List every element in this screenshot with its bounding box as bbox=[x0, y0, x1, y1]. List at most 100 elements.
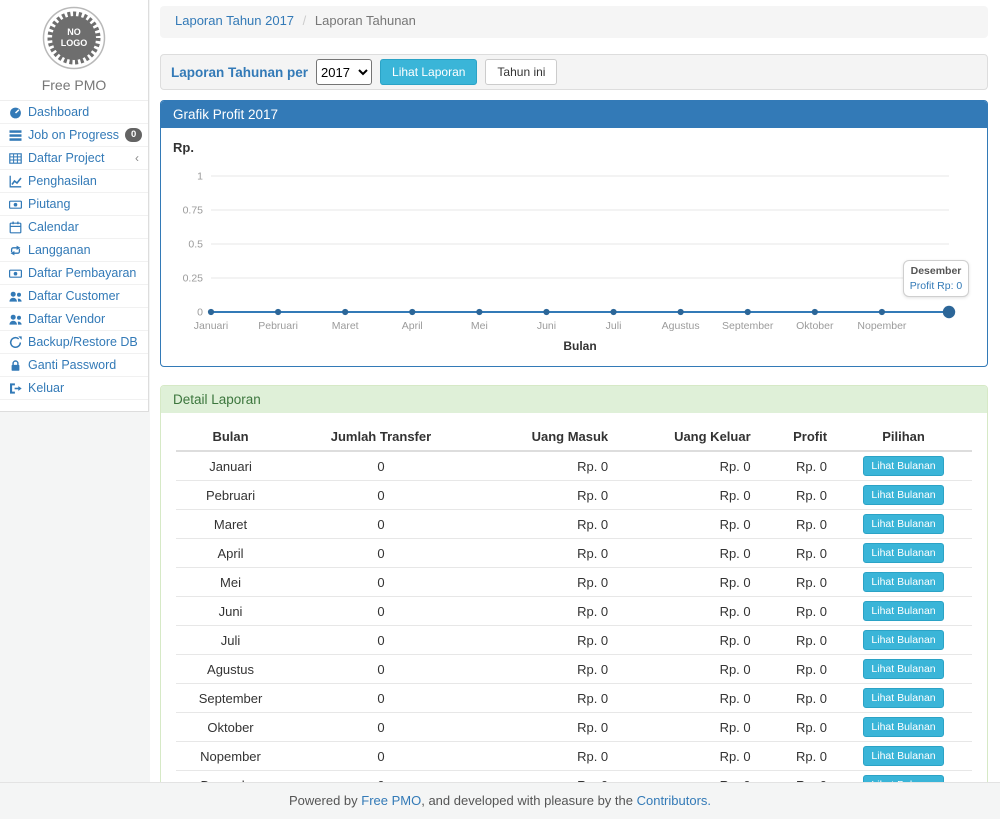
breadcrumb: Laporan Tahun 2017 / Laporan Tahunan bbox=[160, 6, 988, 38]
sidebar-item-job-on-progress[interactable]: Job on Progress 0 bbox=[0, 124, 148, 147]
tasks-icon bbox=[9, 129, 22, 142]
cell-profit: Rp. 0 bbox=[759, 742, 835, 771]
line-chart-icon bbox=[9, 175, 22, 188]
lihat-bulanan-button[interactable]: Lihat Bulanan bbox=[863, 630, 943, 650]
sidebar-item-keluar[interactable]: Keluar bbox=[0, 377, 148, 400]
chart-tooltip: Desember Profit Rp: 0 bbox=[903, 260, 969, 297]
detail-panel-title: Detail Laporan bbox=[161, 386, 987, 413]
tooltip-value: Profit Rp: 0 bbox=[906, 280, 966, 292]
column-header-uang-keluar: Uang Keluar bbox=[616, 423, 758, 451]
retweet-icon bbox=[9, 244, 22, 257]
cell-pilihan: Lihat Bulanan bbox=[835, 597, 972, 626]
year-select[interactable]: 2017 bbox=[316, 59, 372, 85]
cell-bulan: Mei bbox=[176, 568, 285, 597]
lihat-bulanan-button[interactable]: Lihat Bulanan bbox=[863, 543, 943, 563]
cell-bulan: September bbox=[176, 684, 285, 713]
lihat-bulanan-button[interactable]: Lihat Bulanan bbox=[863, 456, 943, 476]
detail-laporan-panel: Detail Laporan Bulan Jumlah Transfer Uan… bbox=[160, 385, 988, 819]
cell-jumlah-transfer: 0 bbox=[285, 481, 477, 510]
money-icon bbox=[9, 198, 22, 211]
sidebar-item-langganan[interactable]: Langganan bbox=[0, 239, 148, 262]
svg-text:Bulan: Bulan bbox=[563, 339, 596, 353]
report-table: Bulan Jumlah Transfer Uang Masuk Uang Ke… bbox=[176, 423, 972, 819]
table-row: Oktober0Rp. 0Rp. 0Rp. 0Lihat Bulanan bbox=[176, 713, 972, 742]
cell-uang-masuk: Rp. 0 bbox=[477, 684, 616, 713]
cell-uang-keluar: Rp. 0 bbox=[616, 626, 758, 655]
cell-pilihan: Lihat Bulanan bbox=[835, 655, 972, 684]
table-row: September0Rp. 0Rp. 0Rp. 0Lihat Bulanan bbox=[176, 684, 972, 713]
lihat-bulanan-button[interactable]: Lihat Bulanan bbox=[863, 746, 943, 766]
free-pmo-link[interactable]: Free PMO bbox=[361, 793, 421, 808]
cell-jumlah-transfer: 0 bbox=[285, 742, 477, 771]
lihat-bulanan-button[interactable]: Lihat Bulanan bbox=[863, 659, 943, 679]
svg-text:September: September bbox=[722, 320, 774, 332]
tooltip-title: Desember bbox=[906, 265, 966, 277]
svg-text:April: April bbox=[402, 320, 423, 332]
profit-line-chart[interactable]: 00.250.50.751JanuariPebruariMaretAprilMe… bbox=[161, 128, 987, 366]
sidebar-item-label: Daftar Vendor bbox=[28, 312, 105, 326]
table-row: Maret0Rp. 0Rp. 0Rp. 0Lihat Bulanan bbox=[176, 510, 972, 539]
lihat-bulanan-button[interactable]: Lihat Bulanan bbox=[863, 514, 943, 534]
sidebar-item-label: Calendar bbox=[28, 220, 79, 234]
table-row: Nopember0Rp. 0Rp. 0Rp. 0Lihat Bulanan bbox=[176, 742, 972, 771]
sidebar-item-piutang[interactable]: Piutang bbox=[0, 193, 148, 216]
sidebar-item-daftar-customer[interactable]: Daftar Customer bbox=[0, 285, 148, 308]
lihat-bulanan-button[interactable]: Lihat Bulanan bbox=[863, 688, 943, 708]
lihat-laporan-button[interactable]: Lihat Laporan bbox=[380, 59, 477, 85]
sidebar-item-daftar-project[interactable]: Daftar Project ‹ bbox=[0, 147, 148, 170]
filter-label: Laporan Tahunan per bbox=[171, 65, 308, 80]
lihat-bulanan-button[interactable]: Lihat Bulanan bbox=[863, 601, 943, 621]
column-header-pilihan: Pilihan bbox=[835, 423, 972, 451]
svg-text:0.5: 0.5 bbox=[188, 239, 203, 251]
cell-profit: Rp. 0 bbox=[759, 597, 835, 626]
column-header-profit: Profit bbox=[759, 423, 835, 451]
users-icon bbox=[9, 313, 22, 326]
svg-text:Juni: Juni bbox=[537, 320, 556, 332]
sidebar-item-daftar-pembayaran[interactable]: Daftar Pembayaran bbox=[0, 262, 148, 285]
profit-chart-panel: Grafik Profit 2017 Rp. 00.250.50.751Janu… bbox=[160, 100, 988, 367]
table-row: Mei0Rp. 0Rp. 0Rp. 0Lihat Bulanan bbox=[176, 568, 972, 597]
money-icon bbox=[9, 267, 22, 280]
cell-uang-keluar: Rp. 0 bbox=[616, 655, 758, 684]
svg-text:Oktober: Oktober bbox=[796, 320, 834, 332]
footer-text: Powered by bbox=[289, 793, 361, 808]
cell-uang-keluar: Rp. 0 bbox=[616, 568, 758, 597]
cell-bulan: Pebruari bbox=[176, 481, 285, 510]
sidebar-item-penghasilan[interactable]: Penghasilan bbox=[0, 170, 148, 193]
tahun-ini-button[interactable]: Tahun ini bbox=[485, 59, 557, 85]
lihat-bulanan-button[interactable]: Lihat Bulanan bbox=[863, 572, 943, 592]
contributors-link[interactable]: Contributors. bbox=[637, 793, 711, 808]
footer-text: , and developed with pleasure by the bbox=[421, 793, 636, 808]
cell-profit: Rp. 0 bbox=[759, 713, 835, 742]
lihat-bulanan-button[interactable]: Lihat Bulanan bbox=[863, 485, 943, 505]
cell-profit: Rp. 0 bbox=[759, 510, 835, 539]
cell-uang-masuk: Rp. 0 bbox=[477, 568, 616, 597]
cell-uang-masuk: Rp. 0 bbox=[477, 510, 616, 539]
cell-uang-keluar: Rp. 0 bbox=[616, 539, 758, 568]
svg-text:NO: NO bbox=[67, 27, 81, 37]
table-header-row: Bulan Jumlah Transfer Uang Masuk Uang Ke… bbox=[176, 423, 972, 451]
sidebar-item-dashboard[interactable]: Dashboard bbox=[0, 101, 148, 124]
sidebar-item-ganti-password[interactable]: Ganti Password bbox=[0, 354, 148, 377]
cell-jumlah-transfer: 0 bbox=[285, 626, 477, 655]
sidebar-menu: Dashboard Job on Progress 0 Daftar Proje… bbox=[0, 100, 148, 400]
cell-uang-keluar: Rp. 0 bbox=[616, 510, 758, 539]
refresh-icon bbox=[9, 336, 22, 349]
column-header-bulan: Bulan bbox=[176, 423, 285, 451]
cell-pilihan: Lihat Bulanan bbox=[835, 481, 972, 510]
cell-bulan: Juli bbox=[176, 626, 285, 655]
sign-out-icon bbox=[9, 382, 22, 395]
table-row: Juli0Rp. 0Rp. 0Rp. 0Lihat Bulanan bbox=[176, 626, 972, 655]
cell-pilihan: Lihat Bulanan bbox=[835, 451, 972, 481]
sidebar-item-calendar[interactable]: Calendar bbox=[0, 216, 148, 239]
breadcrumb-current: Laporan Tahunan bbox=[315, 13, 416, 28]
sidebar-item-daftar-vendor[interactable]: Daftar Vendor bbox=[0, 308, 148, 331]
sidebar-item-backup-restore-db[interactable]: Backup/Restore DB bbox=[0, 331, 148, 354]
chart-area: Rp. 00.250.50.751JanuariPebruariMaretApr… bbox=[161, 128, 987, 366]
cell-uang-masuk: Rp. 0 bbox=[477, 742, 616, 771]
breadcrumb-link[interactable]: Laporan Tahun 2017 bbox=[175, 13, 294, 28]
chevron-left-icon: ‹ bbox=[135, 152, 139, 164]
table-row: Agustus0Rp. 0Rp. 0Rp. 0Lihat Bulanan bbox=[176, 655, 972, 684]
lihat-bulanan-button[interactable]: Lihat Bulanan bbox=[863, 717, 943, 737]
cell-pilihan: Lihat Bulanan bbox=[835, 568, 972, 597]
